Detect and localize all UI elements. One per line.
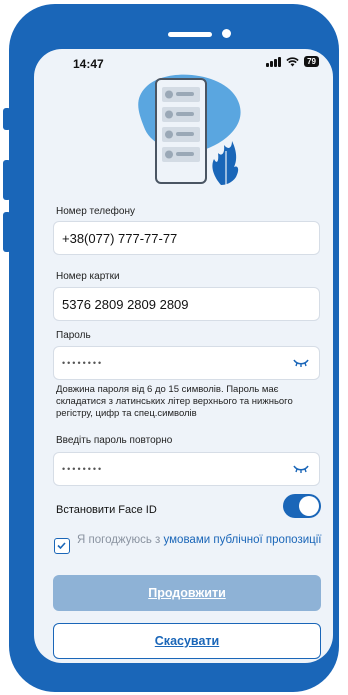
- password-repeat-field[interactable]: ••••••••: [53, 452, 320, 486]
- agreement-prefix: Я погоджуюсь з: [77, 534, 164, 546]
- password-value: ••••••••: [62, 358, 104, 368]
- status-icons: 79: [266, 56, 319, 67]
- eye-closed-icon[interactable]: [293, 358, 309, 368]
- speaker-grille: [168, 32, 212, 37]
- card-label: Номер картки: [56, 271, 120, 282]
- continue-button[interactable]: Продовжити: [53, 575, 321, 611]
- eye-closed-icon[interactable]: [293, 464, 309, 474]
- password-repeat-label: Введіть пароль повторно: [56, 435, 173, 446]
- phone-illustration: [138, 74, 241, 185]
- face-id-label: Встановити Face ID: [56, 504, 157, 516]
- password-field[interactable]: ••••••••: [53, 346, 320, 380]
- agreement-text: Я погоджуюсь з умовами публічної пропози…: [77, 533, 322, 548]
- face-id-toggle[interactable]: [283, 494, 321, 518]
- toggle-knob: [299, 496, 319, 516]
- card-field[interactable]: 5376 2809 2809 2809: [53, 287, 320, 321]
- volume-up-button: [3, 160, 11, 200]
- checkmark-icon: [56, 541, 66, 549]
- agreement-checkbox[interactable]: [54, 538, 70, 554]
- app-screen: 14:47 79 Номер телефону +38(077) 777-77-…: [34, 49, 333, 663]
- battery-icon: 79: [304, 56, 319, 67]
- password-repeat-value: ••••••••: [62, 464, 104, 474]
- signal-icon: [266, 56, 282, 67]
- status-time: 14:47: [73, 57, 104, 71]
- phone-field[interactable]: +38(077) 777-77-77: [53, 221, 320, 255]
- password-label: Пароль: [56, 330, 91, 341]
- front-camera: [222, 29, 231, 38]
- phone-frame: 14:47 79 Номер телефону +38(077) 777-77-…: [9, 4, 339, 692]
- volume-down-button: [3, 212, 11, 252]
- offer-link[interactable]: умовами публічної пропозиції: [164, 534, 322, 546]
- cancel-button[interactable]: Скасувати: [53, 623, 321, 659]
- password-hint: Довжина пароля від 6 до 15 символів. Пар…: [56, 384, 293, 419]
- mute-switch: [3, 108, 11, 130]
- wifi-icon: [286, 56, 299, 66]
- phone-value: +38(077) 777-77-77: [62, 230, 178, 246]
- phone-label: Номер телефону: [56, 206, 135, 217]
- card-value: 5376 2809 2809 2809: [62, 296, 189, 312]
